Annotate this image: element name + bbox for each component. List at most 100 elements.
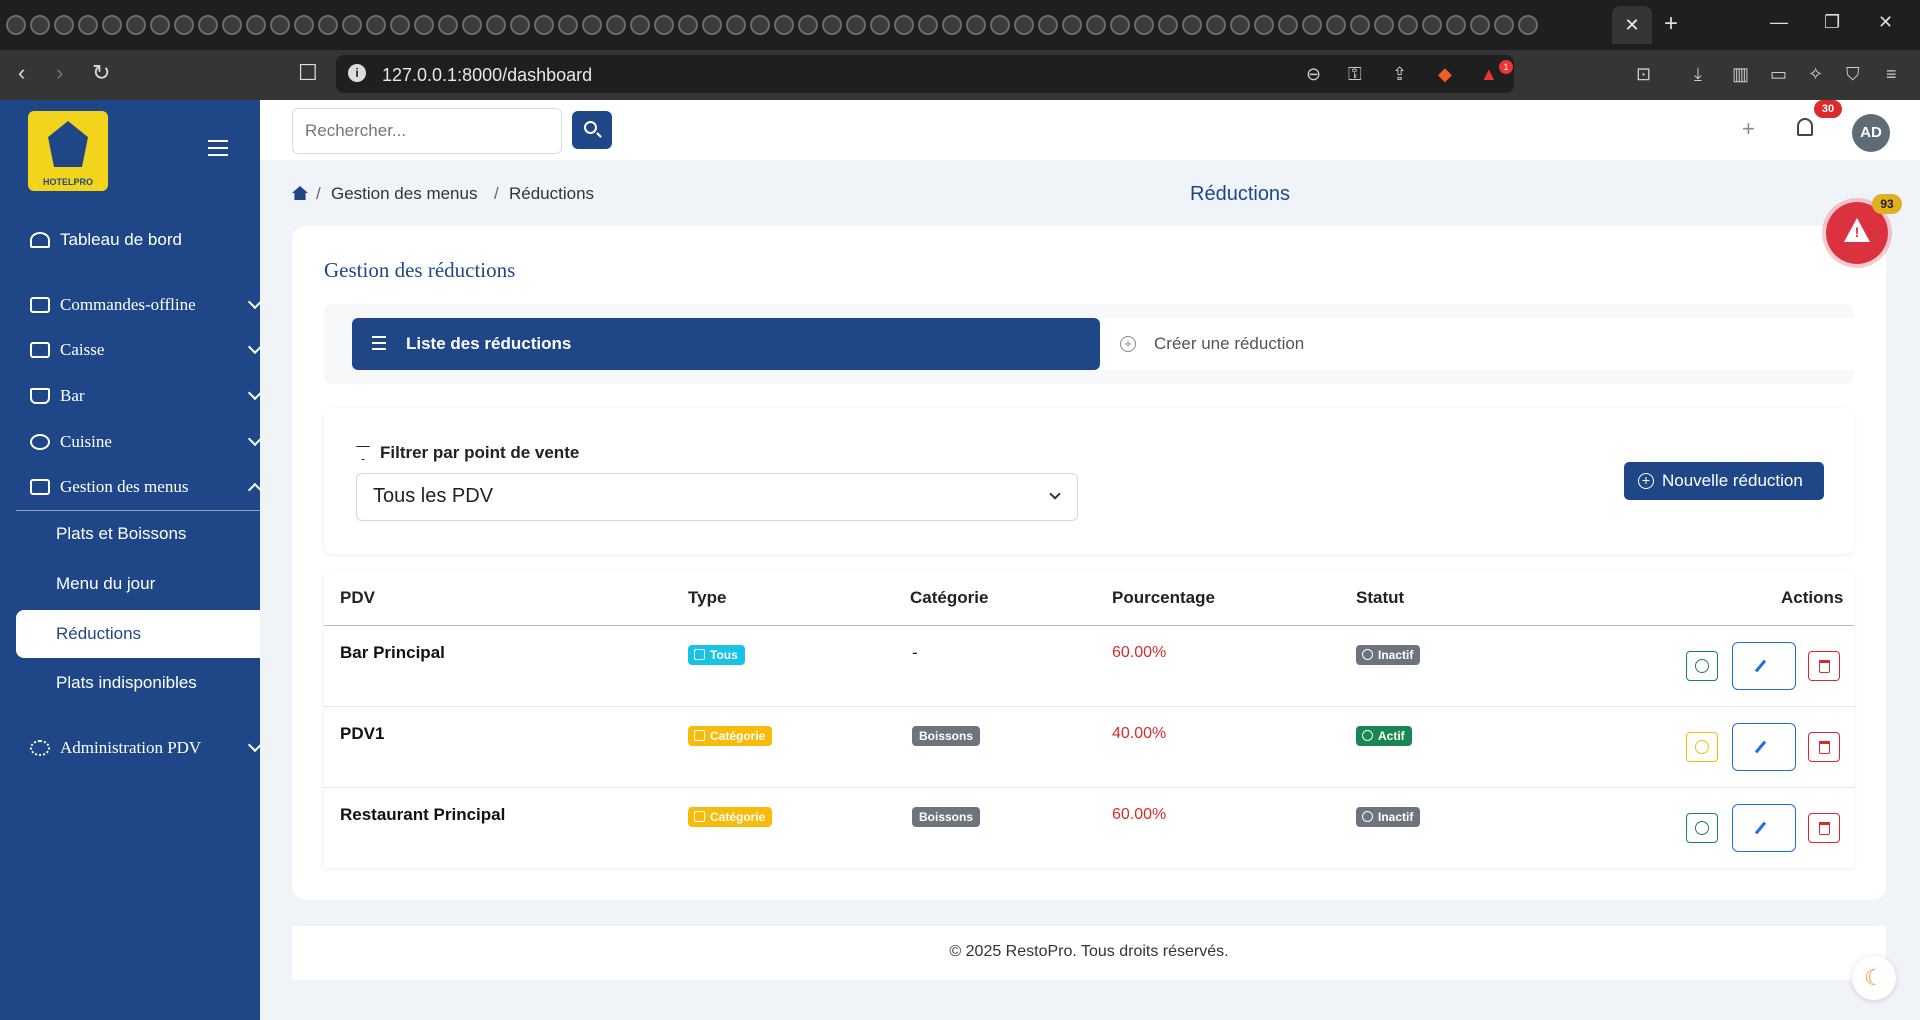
table-cell-category: - <box>912 643 918 662</box>
url-text[interactable]: 127.0.0.1:8000/dashboard <box>382 65 592 86</box>
x-circle-icon <box>1362 649 1373 660</box>
logo-house-icon <box>48 121 88 167</box>
card-title: Gestion des réductions <box>324 258 516 282</box>
x-circle-icon <box>1362 811 1373 822</box>
column-header: Statut <box>1356 588 1405 607</box>
forward-icon[interactable]: › <box>56 60 63 86</box>
wallet-icon[interactable]: ▭ <box>1770 64 1787 85</box>
bell-icon[interactable] <box>1797 118 1813 136</box>
hotelpro-logo[interactable]: HOTELPRO <box>28 111 108 191</box>
breadcrumb-discounts: Réductions <box>509 184 595 203</box>
status-badge: Inactif <box>1356 807 1421 827</box>
close-window-icon[interactable]: ✕ <box>1878 12 1893 33</box>
type-badge: Tous <box>688 645 745 665</box>
brave-rewards-icon[interactable]: ▲ <box>1480 64 1498 85</box>
brave-shield-icon[interactable]: ◆ <box>1438 64 1452 85</box>
site-info-icon[interactable]: i <box>348 64 366 82</box>
sidebar-item-cash[interactable]: Caisse <box>30 339 263 360</box>
list-icon <box>30 297 50 313</box>
browser-tab-strip: ✕ + — ❐ ✕ <box>0 0 1920 50</box>
type-badge: Catégorie <box>688 807 773 827</box>
deactivate-button[interactable] <box>1686 732 1718 762</box>
delete-button[interactable] <box>1808 651 1840 681</box>
gauge-icon <box>30 232 50 248</box>
delete-button[interactable] <box>1808 813 1840 843</box>
active-tab-close[interactable]: ✕ <box>1612 6 1652 44</box>
notification-badge: 30 <box>1814 100 1842 118</box>
play-icon <box>1695 659 1709 673</box>
edit-button[interactable] <box>1732 642 1796 690</box>
bookmark-icon[interactable]: ☐ <box>298 60 318 86</box>
delete-button[interactable] <box>1808 732 1840 762</box>
back-icon[interactable]: ‹ <box>18 60 25 86</box>
gear-icon <box>30 740 50 756</box>
play-icon <box>1695 821 1709 835</box>
home-icon[interactable] <box>292 186 308 200</box>
pinned-tabs[interactable] <box>6 14 1538 36</box>
sidebar-item-kitchen[interactable]: Cuisine <box>30 431 263 452</box>
sidebar-subitem-dishes-drinks[interactable]: Plats et Boissons <box>56 524 186 544</box>
rewards-badge: 1 <box>1499 60 1513 74</box>
status-badge: Inactif <box>1356 645 1421 665</box>
sidebar-item-menu-management[interactable]: Gestion des menus <box>30 477 263 498</box>
search-input[interactable] <box>292 108 562 154</box>
cash-icon <box>30 342 50 358</box>
avatar[interactable]: AD <box>1852 114 1890 152</box>
sidebar-item-bar[interactable]: Bar <box>30 385 263 406</box>
footer: © 2025 RestoPro. Tous droits réservés. <box>292 926 1886 980</box>
address-bar[interactable]: i 127.0.0.1:8000/dashboard <box>336 55 1514 93</box>
leo-icon[interactable]: ✧ <box>1808 64 1823 85</box>
sidebar-subitem-unavailable-dishes[interactable]: Plats indisponibles <box>56 673 197 693</box>
screenshot-icon[interactable]: ⊡ <box>1636 64 1651 85</box>
trash-icon <box>1819 741 1830 754</box>
plus-circle-icon: + <box>1120 336 1136 352</box>
plus-circle-icon: + <box>1638 473 1654 489</box>
sidebar-icon[interactable]: ▥ <box>1732 64 1749 85</box>
chevron-down-icon <box>1049 488 1061 500</box>
sidebar-item-pdv-admin[interactable]: Administration PDV <box>30 737 263 758</box>
trash-icon <box>1819 822 1830 835</box>
chevron-down-icon <box>247 737 263 753</box>
reload-icon[interactable]: ↻ <box>92 60 110 86</box>
sidebar-subitem-discounts[interactable]: Réductions <box>16 610 260 658</box>
edit-button[interactable] <box>1732 804 1796 852</box>
menu-book-icon <box>30 479 50 495</box>
moon-icon[interactable]: ☾ <box>1852 956 1896 1000</box>
list-icon <box>372 336 386 354</box>
chevron-down-icon <box>247 385 263 401</box>
menu-icon[interactable]: ≡ <box>1886 64 1897 85</box>
add-icon[interactable]: + <box>1742 116 1755 142</box>
chevron-up-icon <box>247 482 263 498</box>
share-icon[interactable]: ⇪ <box>1392 64 1407 85</box>
activate-button[interactable] <box>1686 813 1718 843</box>
sidebar-item-orders-offline[interactable]: Commandes-offline <box>30 294 263 315</box>
search-button[interactable] <box>572 111 612 149</box>
table-cell-percentage: 60.00% <box>1112 806 1167 823</box>
minimize-icon[interactable]: — <box>1770 12 1788 33</box>
table-cell-percentage: 40.00% <box>1112 725 1167 742</box>
sidebar-subitem-menu-of-day[interactable]: Menu du jour <box>56 574 155 594</box>
key-icon[interactable]: ⚿ <box>1348 64 1362 85</box>
column-header: PDV <box>340 588 375 607</box>
maximize-icon[interactable]: ❐ <box>1824 12 1840 33</box>
filter-label: Filtrer par point de vente <box>380 443 580 462</box>
activate-button[interactable] <box>1686 651 1718 681</box>
table-cell-percentage: 60.00% <box>1112 644 1167 661</box>
new-discount-button[interactable]: + Nouvelle réduction <box>1624 462 1824 500</box>
hamburger-menu-icon[interactable] <box>208 140 228 161</box>
sidebar-item-dashboard[interactable]: Tableau de bord <box>30 230 260 250</box>
tab-discount-list[interactable]: Liste des réductions <box>352 318 1100 370</box>
new-tab-button[interactable]: + <box>1664 10 1678 38</box>
breadcrumb-menu-management[interactable]: Gestion des menus <box>331 184 477 204</box>
table-cell-pdv: Restaurant Principal <box>340 805 506 824</box>
vpn-icon[interactable]: ⛉ <box>1846 64 1860 85</box>
pdv-select[interactable]: Tous les PDV <box>356 473 1078 521</box>
pause-icon <box>1695 740 1709 754</box>
alert-count-badge: 93 <box>1872 194 1902 214</box>
type-badge: Catégorie <box>688 726 773 746</box>
zoom-icon[interactable]: ⊖ <box>1306 64 1321 85</box>
edit-button[interactable] <box>1732 723 1796 771</box>
tab-create-discount[interactable]: + Créer une réduction <box>1100 318 1854 370</box>
category-badge: Boissons <box>912 807 981 827</box>
download-icon[interactable]: ⤓ <box>1694 64 1702 85</box>
